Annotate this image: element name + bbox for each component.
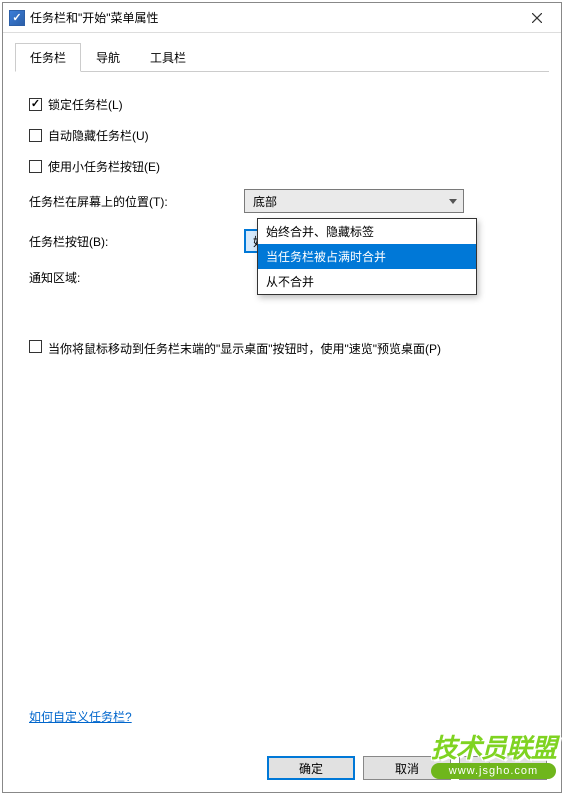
buttons-dropdown-list: 始终合并、隐藏标签 当任务栏被占满时合并 从不合并 xyxy=(257,218,477,295)
help-link-row: 如何自定义任务栏? xyxy=(29,708,132,725)
dropdown-option-2[interactable]: 从不合并 xyxy=(258,269,476,294)
lock-taskbar-row: 锁定任务栏(L) xyxy=(29,96,535,113)
lock-taskbar-label: 锁定任务栏(L) xyxy=(48,96,123,113)
close-icon xyxy=(532,13,542,23)
watermark-brand: 技术员联盟 xyxy=(431,728,556,765)
dropdown-option-0[interactable]: 始终合并、隐藏标签 xyxy=(258,219,476,244)
tab-content: 锁定任务栏(L) 自动隐藏任务栏(U) 使用小任务栏按钮(E) 任务栏在屏幕上的… xyxy=(15,71,549,741)
close-button[interactable] xyxy=(523,7,551,29)
lock-taskbar-checkbox[interactable] xyxy=(29,98,42,111)
auto-hide-row: 自动隐藏任务栏(U) xyxy=(29,127,535,144)
tab-navigation[interactable]: 导航 xyxy=(81,43,135,72)
app-icon xyxy=(9,10,25,26)
customize-taskbar-link[interactable]: 如何自定义任务栏? xyxy=(29,710,132,724)
tab-toolbars[interactable]: 工具栏 xyxy=(135,43,201,72)
position-value: 底部 xyxy=(253,193,277,210)
ok-button[interactable]: 确定 xyxy=(267,756,355,780)
small-buttons-label: 使用小任务栏按钮(E) xyxy=(48,158,160,175)
watermark-overlay: 技术员联盟 www.jsgho.com xyxy=(431,728,556,779)
window-title: 任务栏和"开始"菜单属性 xyxy=(30,9,159,26)
titlebar: 任务栏和"开始"菜单属性 xyxy=(3,3,561,33)
position-combobox[interactable]: 底部 xyxy=(244,189,464,213)
position-row: 任务栏在屏幕上的位置(T): 底部 xyxy=(29,189,535,213)
auto-hide-checkbox[interactable] xyxy=(29,129,42,142)
tab-taskbar[interactable]: 任务栏 xyxy=(15,43,81,72)
small-buttons-row: 使用小任务栏按钮(E) xyxy=(29,158,535,175)
dropdown-option-1[interactable]: 当任务栏被占满时合并 xyxy=(258,244,476,269)
preview-desktop-row: 当你将鼠标移动到任务栏末端的"显示桌面"按钮时，使用"速览"预览桌面(P) xyxy=(29,340,535,357)
preview-desktop-checkbox[interactable] xyxy=(29,340,42,353)
small-buttons-checkbox[interactable] xyxy=(29,160,42,173)
position-label: 任务栏在屏幕上的位置(T): xyxy=(29,193,244,210)
title-left: 任务栏和"开始"菜单属性 xyxy=(9,9,159,26)
tab-strip: 任务栏 导航 工具栏 xyxy=(15,43,561,72)
dialog-window: 任务栏和"开始"菜单属性 任务栏 导航 工具栏 锁定任务栏(L) 自动隐藏任务栏… xyxy=(2,2,562,793)
buttons-label: 任务栏按钮(B): xyxy=(29,233,244,250)
preview-desktop-label: 当你将鼠标移动到任务栏末端的"显示桌面"按钮时，使用"速览"预览桌面(P) xyxy=(48,340,441,357)
watermark-url: www.jsgho.com xyxy=(431,763,556,779)
chevron-down-icon xyxy=(449,199,457,204)
auto-hide-label: 自动隐藏任务栏(U) xyxy=(48,127,149,144)
